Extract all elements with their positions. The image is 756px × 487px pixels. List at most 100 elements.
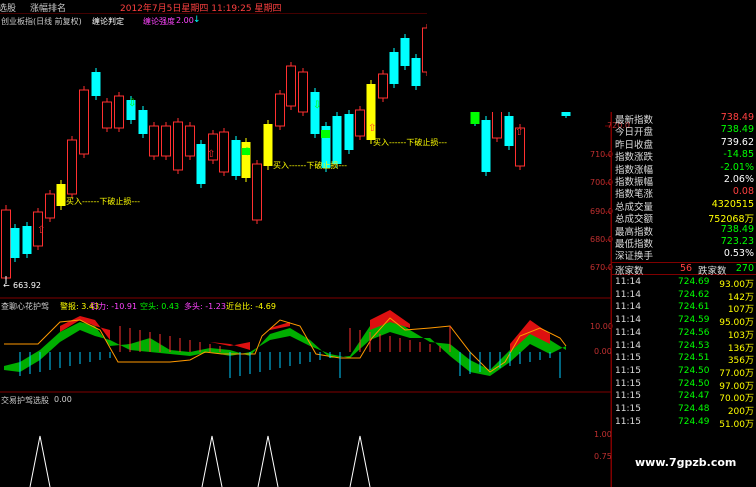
candle (91, 68, 101, 100)
quote-value: 738.49 (720, 124, 754, 136)
svg-text:⇧: ⇧ (368, 123, 376, 134)
candle (1, 205, 11, 282)
candle (470, 110, 480, 126)
candle-body (411, 58, 421, 86)
candle (344, 110, 354, 154)
tick-row[interactable]: 11:15 724.51 356万 (612, 353, 756, 367)
candle (252, 160, 262, 224)
candle-body (138, 110, 148, 134)
quote-row: 指数笔涨 0.08 (612, 186, 756, 200)
candle (56, 180, 66, 210)
tick-price: 724.61 (678, 302, 710, 313)
quote-value: 0.53% (723, 248, 754, 260)
candle-body (378, 73, 388, 99)
candle-body (196, 144, 206, 184)
quote-row: 最新指数 738.49 (612, 112, 756, 126)
candle (102, 98, 112, 132)
tick-price: 724.47 (678, 391, 710, 402)
svg-text:⇧: ⇧ (207, 149, 215, 160)
tick-time: 11:15 (615, 353, 641, 364)
tick-row[interactable]: 11:14 724.59 95.00万 (612, 315, 756, 328)
quote-value: 739.62 (720, 136, 754, 148)
candle (219, 128, 229, 176)
candle-body (310, 92, 320, 134)
signal-triangle (257, 435, 279, 487)
candle (45, 190, 55, 222)
tick-time: 11:15 (615, 404, 641, 414)
sub1-item-value: -4.69 (255, 302, 276, 311)
tick-time: 11:15 (615, 391, 641, 402)
tick-row[interactable]: 11:15 724.50 77.00万 (612, 365, 756, 379)
candle-body (79, 89, 89, 155)
candle (114, 92, 124, 132)
candle (389, 48, 399, 88)
tick-row[interactable]: 11:14 724.56 103万 (612, 328, 756, 341)
tick-price: 724.48 (678, 404, 710, 414)
sub1-item-label: 近台比 (226, 302, 250, 311)
candle-body (389, 52, 399, 84)
tick-row[interactable]: 11:15 724.48 200万 (612, 404, 756, 417)
candle (263, 120, 273, 170)
candle (161, 122, 171, 160)
candle (149, 122, 159, 160)
candle (138, 106, 148, 138)
sub2-value: 0.00 (54, 395, 72, 404)
tick-time: 11:14 (615, 289, 641, 300)
candle (196, 140, 206, 188)
buy-annotation: 买入------下破止损--- (273, 160, 347, 170)
candle-body (561, 112, 571, 116)
up-count-value: 56 (680, 263, 693, 274)
tick-row[interactable]: 11:14 724.69 93.00万 (612, 277, 756, 290)
candle (310, 88, 320, 138)
sub1-item: 多头: -1.23 (184, 302, 226, 311)
candle (355, 106, 365, 140)
candle-body (231, 140, 241, 176)
quote-row: 指数涨幅 -2.01% (612, 162, 756, 176)
sub2-axis-label: 0.75 (594, 452, 612, 461)
tick-row[interactable]: 11:14 724.53 136万 (612, 340, 756, 354)
candle (504, 112, 514, 150)
tick-row[interactable]: 11:14 724.62 142万 (612, 289, 756, 303)
sub1-item-label: 警报 (60, 302, 76, 311)
candle (378, 70, 388, 102)
quote-row: 今日开盘 738.49 (612, 124, 756, 138)
quote-row: 最低指数 723.23 (612, 236, 756, 250)
sub1-axis-label: 0.00 (594, 347, 612, 356)
svg-text:←: ← (3, 281, 10, 290)
tick-row[interactable]: 11:15 724.50 97.00万 (612, 378, 756, 392)
quote-value: 738.49 (720, 112, 754, 123)
sub1-item: 引力: -10.91 (90, 302, 138, 311)
quote-value: 738.49 (720, 223, 754, 235)
quote-row: 昨日收盘 739.62 (612, 136, 756, 151)
svg-text:⇩: ⇩ (243, 147, 251, 158)
candle (275, 90, 285, 130)
quote-row: 总成交额 752068万 (612, 211, 756, 225)
tick-price: 724.69 (678, 277, 710, 287)
up-down-count-row: 涨家数 56 跌家数 270 (612, 262, 756, 277)
down-count-value: 270 (735, 263, 754, 274)
tick-volume: 97.00万 (719, 381, 754, 392)
trading-window: 选股 涨幅排名 2012年7月5日星期四 11:19:25 星期四 创业板指(日… (0, 0, 756, 487)
candle-body (1, 209, 11, 279)
tick-row[interactable]: 11:14 724.61 107万 (612, 302, 756, 315)
tick-row[interactable]: 11:15 724.47 70.00万 (612, 391, 756, 404)
tick-volume: 356万 (727, 356, 754, 367)
tick-time: 11:15 (615, 378, 641, 389)
candle (173, 118, 183, 174)
quote-label: 深证换手 (615, 251, 654, 263)
candle (67, 136, 77, 198)
low-price-label: 663.92 (13, 281, 41, 290)
candle-body (67, 139, 77, 195)
candle-body (149, 125, 159, 157)
tick-time: 11:14 (615, 340, 641, 351)
tick-price: 724.50 (678, 365, 710, 376)
tick-price: 724.49 (678, 416, 710, 427)
tick-row[interactable]: 11:15 724.49 51.00万 (612, 416, 756, 430)
sub1-item: 空头: 0.43 (140, 302, 180, 311)
tick-price: 724.51 (678, 353, 710, 364)
candle-body (173, 121, 183, 171)
tick-volume: 103万 (727, 330, 754, 341)
tick-volume: 136万 (727, 343, 754, 354)
tick-time: 11:15 (615, 416, 641, 427)
tick-time: 11:14 (615, 302, 641, 313)
